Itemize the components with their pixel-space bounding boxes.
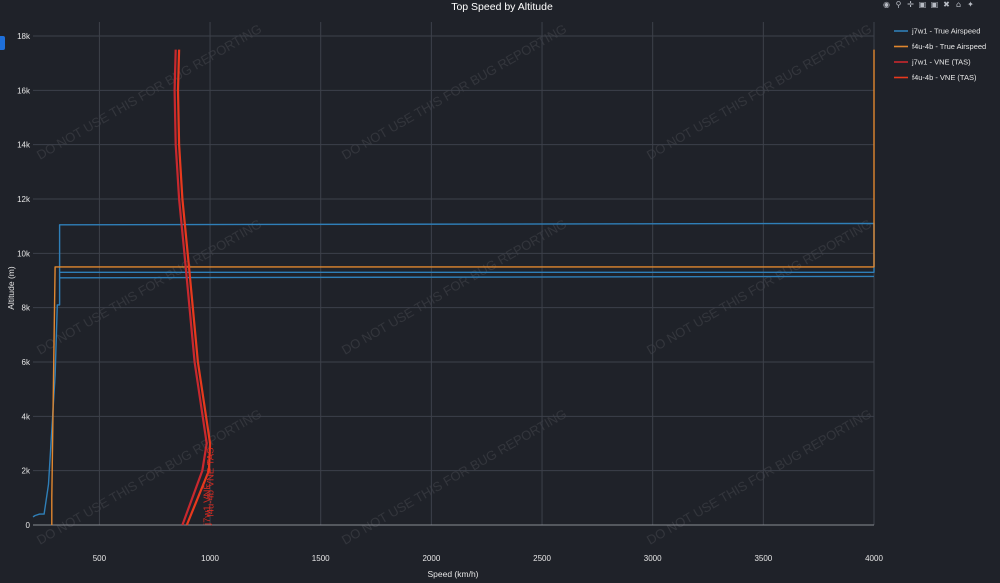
y-tick-label: 6k [22, 358, 31, 367]
x-tick-label: 3000 [644, 554, 662, 563]
y-tick-label: 18k [17, 32, 31, 41]
watermark-text: DO NOT USE THIS FOR BUG REPORTING [339, 406, 569, 548]
watermark-text: DO NOT USE THIS FOR BUG REPORTING [34, 21, 264, 163]
x-tick-label: 1000 [201, 554, 219, 563]
x-tick-label: 4000 [865, 554, 883, 563]
x-tick-label: 3500 [754, 554, 772, 563]
legend: j7w1 - True Airspeed f4u-4b - True Airspe… [894, 27, 986, 82]
legend-item-label[interactable]: j7w1 - VNE (TAS) [911, 58, 971, 67]
x-axis-title: Speed (km/h) [427, 569, 478, 579]
y-tick-label: 2k [22, 467, 31, 476]
watermark-text: DO NOT USE THIS FOR BUG REPORTING [34, 406, 264, 548]
y-tick-label: 12k [17, 195, 31, 204]
chart-canvas: DO NOT USE THIS FOR BUG REPORTING DO NOT … [6, 1, 986, 579]
series-annotation: f4u-4b VNE TAS [205, 447, 216, 516]
y-tick-label: 10k [17, 249, 31, 258]
watermark-text: DO NOT USE THIS FOR BUG REPORTING [644, 216, 874, 358]
watermark-text: DO NOT USE THIS FOR BUG REPORTING [339, 216, 569, 358]
x-tick-label: 1500 [312, 554, 330, 563]
y-tick-label: 8k [22, 304, 31, 313]
x-tick-label: 500 [93, 554, 107, 563]
watermark-text: DO NOT USE THIS FOR BUG REPORTING [34, 216, 264, 358]
y-tick-label: 4k [22, 412, 31, 421]
chart-title: Top Speed by Altitude [451, 1, 553, 13]
x-tick-label: 2000 [422, 554, 440, 563]
watermark-text: DO NOT USE THIS FOR BUG REPORTING [644, 21, 874, 163]
y-axis-title: Altitude (m) [6, 266, 16, 310]
x-tick-label: 2500 [533, 554, 551, 563]
y-tick-label: 0 [26, 521, 31, 530]
watermark-layer: DO NOT USE THIS FOR BUG REPORTING DO NOT … [34, 21, 874, 548]
watermark-text: DO NOT USE THIS FOR BUG REPORTING [339, 21, 569, 163]
y-tick-label: 16k [17, 86, 31, 95]
legend-item-label[interactable]: j7w1 - True Airspeed [911, 27, 980, 36]
legend-item-label[interactable]: f4u-4b - True Airspeed [912, 42, 986, 51]
watermark-text: DO NOT USE THIS FOR BUG REPORTING [644, 406, 874, 548]
legend-item-label[interactable]: f4u-4b - VNE (TAS) [912, 73, 977, 82]
y-tick-label: 14k [17, 141, 31, 150]
